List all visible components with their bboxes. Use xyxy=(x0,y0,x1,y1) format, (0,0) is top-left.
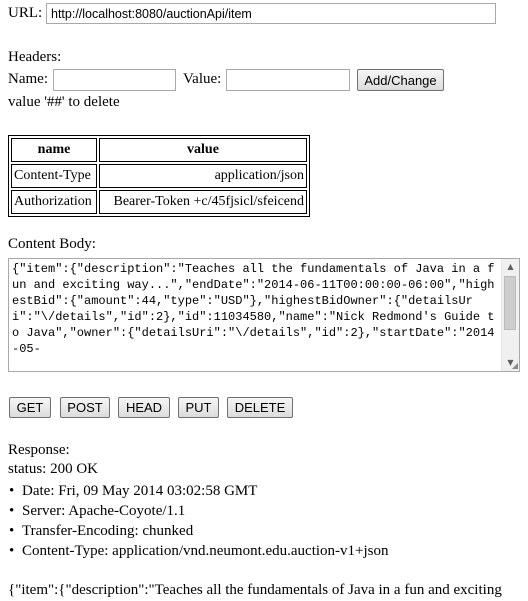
delete-hint: value '##' to delete xyxy=(8,94,120,110)
rest-client-page: URL: Headers: Name: Value: Add/Change va… xyxy=(0,0,528,601)
url-label: URL: xyxy=(8,5,43,21)
content-body-text[interactable]: {"item":{"description":"Teaches all the … xyxy=(12,261,500,357)
list-item: • Transfer-Encoding: chunked xyxy=(8,521,389,541)
bullet-icon: • xyxy=(9,483,15,499)
response-headers-list: • Date: Fri, 09 May 2014 03:02:58 GMT • Se… xyxy=(8,481,389,561)
list-item: • Date: Fri, 09 May 2014 03:02:58 GMT xyxy=(8,481,389,501)
column-header-name: name xyxy=(11,138,97,162)
response-body: {"item":{"description":"Teaches all the … xyxy=(8,582,502,598)
header-value-input[interactable] xyxy=(226,69,350,91)
column-header-value: value xyxy=(99,138,307,162)
header-name-input[interactable] xyxy=(53,69,176,91)
headers-table: name value Content-Type application/json… xyxy=(8,135,310,217)
header-value-cell: Bearer-Token +c/45fjsicl/sfeicend xyxy=(99,190,307,214)
scroll-up-arrow-icon[interactable]: ▲ xyxy=(502,259,519,275)
headers-title: Headers: xyxy=(8,49,62,65)
response-header-text: Content-Type: application/vnd.neumont.ed… xyxy=(22,543,389,559)
post-button[interactable]: POST xyxy=(60,397,110,418)
put-button[interactable]: PUT xyxy=(178,397,219,418)
header-name-cell: Content-Type xyxy=(11,164,97,188)
bullet-icon: • xyxy=(9,503,15,519)
head-button[interactable]: HEAD xyxy=(118,397,170,418)
content-body-label: Content Body: xyxy=(8,236,96,252)
resize-grip-icon[interactable]: ◢ xyxy=(512,362,518,370)
content-body-scrollbar[interactable]: ▲ ▼ xyxy=(501,259,519,371)
response-header-text: Transfer-Encoding: chunked xyxy=(22,523,194,539)
bullet-icon: • xyxy=(9,523,15,539)
header-name-cell: Authorization xyxy=(11,190,97,214)
table-row: Content-Type application/json xyxy=(11,164,307,188)
url-input[interactable] xyxy=(46,3,496,24)
header-value-cell: application/json xyxy=(99,164,307,188)
list-item: • Content-Type: application/vnd.neumont.e… xyxy=(8,541,389,561)
response-status: status: 200 OK xyxy=(8,461,98,477)
add-change-button[interactable]: Add/Change xyxy=(357,69,444,91)
get-button[interactable]: GET xyxy=(9,397,51,418)
scrollbar-thumb[interactable] xyxy=(504,276,516,330)
delete-button[interactable]: DELETE xyxy=(227,397,293,418)
list-item: • Server: Apache-Coyote/1.1 xyxy=(8,501,389,521)
bullet-icon: • xyxy=(9,543,15,559)
header-value-label: Value: xyxy=(183,71,222,87)
response-header-text: Date: Fri, 09 May 2014 03:02:58 GMT xyxy=(22,483,258,499)
response-label: Response: xyxy=(8,442,70,458)
headers-table-header-row: name value xyxy=(11,138,307,162)
table-row: Authorization Bearer-Token +c/45fjsicl/s… xyxy=(11,190,307,214)
header-name-label: Name: xyxy=(8,71,48,87)
content-body-textarea[interactable]: {"item":{"description":"Teaches all the … xyxy=(8,258,520,372)
response-header-text: Server: Apache-Coyote/1.1 xyxy=(22,503,186,519)
